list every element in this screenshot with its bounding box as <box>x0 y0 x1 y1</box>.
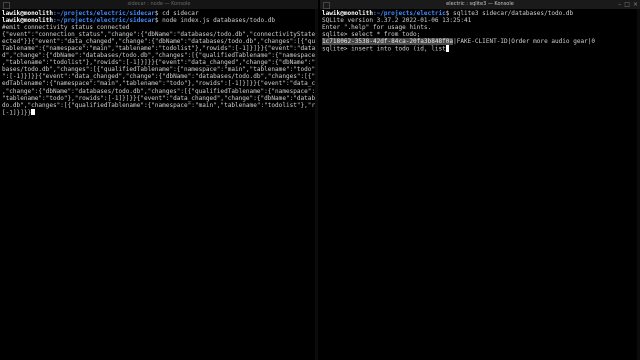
left-terminal-output[interactable]: lawik@monolith:~/projects/electric/sidec… <box>0 9 318 116</box>
prompt-path: :~/projects/electric/sidecar <box>52 10 155 17</box>
output-text: #emit connectivity status connected <box>2 24 130 32</box>
prompt-path: :~/projects/electric <box>372 10 446 17</box>
output-line: {"event":"connection_status","change":{"… <box>2 31 318 38</box>
output-text: ,"tablename":"todolist"},"rowids":[-1]}]… <box>2 59 318 67</box>
selected-text[interactable]: 1c718062-3538-42df-84ca-20fa3b848f0a <box>322 38 454 46</box>
prompt-user: lawik@monolith <box>2 17 53 25</box>
output-line: 1c718062-3538-42df-84ca-20fa3b848f0a|FAK… <box>322 38 640 46</box>
maximize-icon[interactable]: □ <box>624 0 630 9</box>
left-window-titlebar[interactable]: sidecar : node — Konsole <box>0 0 318 9</box>
output-text: bases/todo.db","changes":[{"qualifiedTab… <box>2 66 318 74</box>
right-window-title: electric : sqlite3 — Konsole <box>446 1 514 7</box>
output-text: Enter ".help" for usage hints. <box>322 24 432 32</box>
command-text: $ node index.js databases/todo.db <box>154 17 276 25</box>
close-icon[interactable]: × <box>633 0 638 9</box>
output-text: ected"}}{"event":"data_changed","change"… <box>2 38 318 46</box>
prompt-line: lawik@monolith:~/projects/electric$ sqli… <box>322 10 640 17</box>
right-terminal-output[interactable]: lawik@monolith:~/projects/electric$ sqli… <box>320 9 640 52</box>
konsole-app-icon <box>323 2 330 9</box>
output-text: edTablename":{"namespace":"main","tablen… <box>2 80 318 88</box>
right-terminal-window[interactable]: electric : sqlite3 — Konsole – □ × lawik… <box>320 0 640 360</box>
prompt-path: :~/projects/electric/sidecar <box>52 17 155 25</box>
command-text: $ cd sidecar <box>154 10 199 17</box>
output-line: Enter ".help" for usage hints. <box>322 24 640 31</box>
output-text: sqlite> select * from todo; <box>322 31 421 39</box>
output-text: do.db","changes":[{"qualifiedTablename":… <box>2 101 318 109</box>
text-cursor <box>445 45 450 52</box>
command-text: $ sqlite3 sidecar/databases/todo.db <box>445 10 574 17</box>
prompt-user: lawik@monolith <box>322 10 373 17</box>
output-line: sqlite> insert into todo (id, list <box>322 45 640 52</box>
output-line: edTablename":{"namespace":"main","tablen… <box>2 80 318 87</box>
prompt-line: lawik@monolith:~/projects/electric/sidec… <box>2 17 318 24</box>
output-line: sqlite> select * from todo; <box>322 31 640 38</box>
output-line: ,"change":{"dbName":"databases/todo.db",… <box>2 88 318 95</box>
output-text: "tablename":"todo"},"rowids":[-1]}]}}{"e… <box>2 94 318 102</box>
output-line: [-1]}]}} <box>2 108 318 116</box>
output-text: ,"change":{"dbName":"databases/todo.db",… <box>2 87 318 95</box>
output-text: sqlite> insert into todo (id, list <box>322 45 446 53</box>
output-text: ":[-1]}]}}{"event":"data_changed","chang… <box>2 73 318 81</box>
prompt-user: lawik@monolith <box>2 10 53 17</box>
output-line: ":[-1]}]}}{"event":"data_changed","chang… <box>2 73 318 80</box>
left-window-title: sidecar : node — Konsole <box>127 1 191 7</box>
query-result-text: |FAKE-CLIENT-ID|Order more audio gear|0 <box>453 38 596 46</box>
output-text: SQLite version 3.37.2 2022-01-06 13:25:4… <box>322 17 472 25</box>
konsole-app-icon <box>3 2 10 9</box>
output-line: ,"tablename":"todolist"},"rowids":[-1]}]… <box>2 59 318 66</box>
output-line: #emit connectivity status connected <box>2 24 318 31</box>
minimize-icon[interactable]: – <box>618 0 621 9</box>
output-line: d","change":{"dbName":"databases/todo.db… <box>2 52 318 59</box>
prompt-line: lawik@monolith:~/projects/electric/sidec… <box>2 10 318 17</box>
left-terminal-window[interactable]: sidecar : node — Konsole lawik@monolith:… <box>0 0 318 360</box>
right-window-titlebar[interactable]: electric : sqlite3 — Konsole – □ × <box>320 0 640 9</box>
output-text: [-1]}]}} <box>2 109 32 116</box>
output-line: Tablename":{"namespace":"main","tablenam… <box>2 45 318 52</box>
output-line: "tablename":"todo"},"rowids":[-1]}]}}{"e… <box>2 95 318 102</box>
output-text: {"event":"connection_status","change":{"… <box>2 31 318 39</box>
window-controls: – □ × <box>618 0 638 9</box>
output-text: Tablename":{"namespace":"main","tablenam… <box>2 45 318 53</box>
output-line: SQLite version 3.37.2 2022-01-06 13:25:4… <box>322 17 640 24</box>
output-line: bases/todo.db","changes":[{"qualifiedTab… <box>2 66 318 73</box>
text-cursor <box>31 108 35 116</box>
output-line: ected"}}{"event":"data_changed","change"… <box>2 38 318 45</box>
output-text: d","change":{"dbName":"databases/todo.db… <box>2 52 318 60</box>
output-line: do.db","changes":[{"qualifiedTablename":… <box>2 102 318 109</box>
